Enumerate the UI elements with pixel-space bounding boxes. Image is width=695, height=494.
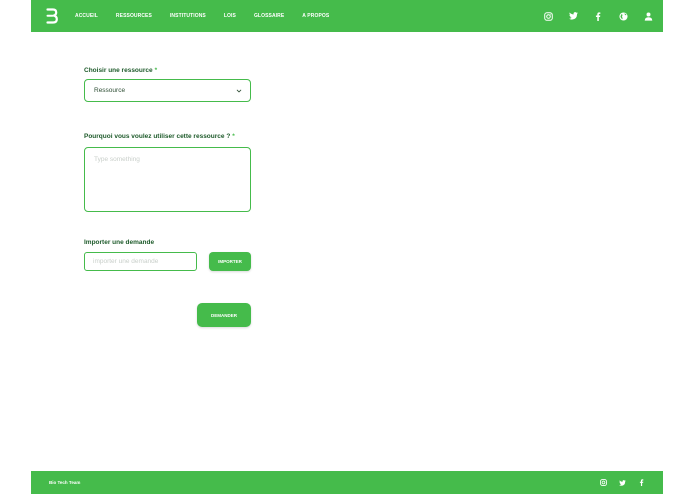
facebook-icon[interactable] — [638, 479, 645, 486]
required-mark: * — [232, 133, 235, 140]
nav-institutions[interactable]: INSTITUTIONS — [170, 13, 206, 19]
import-label-text: Importer une demande — [84, 239, 155, 246]
instagram-icon[interactable] — [543, 11, 553, 21]
resource-select[interactable]: Ressource — [84, 79, 251, 102]
logo-icon[interactable] — [46, 8, 58, 24]
user-icon[interactable] — [643, 11, 653, 21]
required-mark: * — [154, 67, 158, 74]
nav-accueil[interactable]: ACCUEIL — [75, 13, 98, 19]
import-label: Importer une demande — [84, 239, 154, 246]
globe-icon[interactable] — [618, 11, 628, 21]
instagram-icon[interactable] — [600, 479, 607, 486]
twitter-icon[interactable] — [568, 11, 578, 21]
twitter-icon[interactable] — [619, 479, 626, 486]
header-icons — [528, 0, 653, 32]
submit-request-button[interactable]: DEMANDER — [197, 303, 251, 327]
footer: Bio Tech Team — [31, 471, 663, 494]
nav-glossaire[interactable]: GLOSSAIRE — [254, 13, 284, 19]
footer-icons — [588, 471, 645, 494]
reason-label: Pourquoi vous voulez utiliser cette ress… — [84, 133, 235, 140]
top-navbar: ACCUEIL RESSOURCES INSTITUTIONS LOIS GLO… — [31, 0, 663, 32]
facebook-icon[interactable] — [593, 11, 603, 21]
nav-lois[interactable]: LOIS — [224, 13, 236, 19]
main-nav: ACCUEIL RESSOURCES INSTITUTIONS LOIS GLO… — [75, 0, 347, 32]
nav-ressources[interactable]: RESSOURCES — [116, 13, 152, 19]
resource-label-text: Choisir une ressource — [84, 67, 153, 74]
reason-label-text: Pourquoi vous voulez utiliser cette ress… — [84, 133, 231, 140]
resource-select-value: Ressource — [94, 87, 126, 94]
chevron-down-icon — [236, 89, 242, 93]
import-button[interactable]: IMPORTER — [209, 252, 251, 271]
resource-label: Choisir une ressource * — [84, 67, 157, 74]
import-input[interactable] — [84, 252, 197, 271]
page-frame: ACCUEIL RESSOURCES INSTITUTIONS LOIS GLO… — [31, 0, 663, 494]
footer-credit: Bio Tech Team — [49, 480, 81, 485]
reason-textarea[interactable] — [84, 147, 251, 212]
nav-a-propos[interactable]: A PROPOS — [302, 13, 329, 19]
